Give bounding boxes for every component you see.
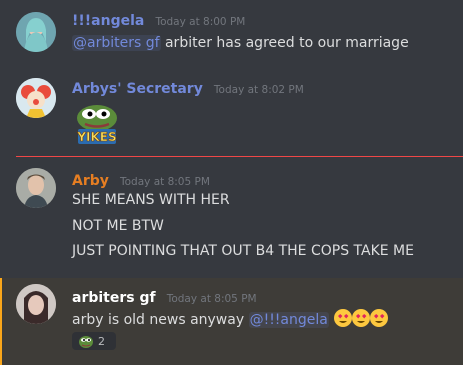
heart-eyes-emoji-icon xyxy=(333,308,389,332)
reaction-button[interactable]: 2 xyxy=(72,332,116,350)
user-mention[interactable]: @arbiters gf xyxy=(72,35,161,51)
timestamp: Today at 8:00 PM xyxy=(155,16,246,28)
timestamp: Today at 8:02 PM xyxy=(213,84,304,96)
avatar[interactable] xyxy=(16,284,56,324)
new-messages-divider xyxy=(16,156,463,157)
message-body: arbiter has agreed to our marriage xyxy=(160,35,409,51)
message-header: Arbys' Secretary Today at 8:02 PM xyxy=(72,78,304,97)
reaction-count: 2 xyxy=(98,334,105,348)
message-line: NOT ME BTW xyxy=(72,218,164,234)
message-body: arby is old news anyway xyxy=(72,312,249,328)
username[interactable]: !!!angela xyxy=(72,13,144,29)
pepe-icon xyxy=(78,334,94,348)
avatar[interactable] xyxy=(16,78,56,118)
username[interactable]: Arbys' Secretary xyxy=(72,81,203,97)
username[interactable]: Arby xyxy=(72,173,109,189)
svg-text:YIKES: YIKES xyxy=(76,130,116,144)
message-header: !!!angela Today at 8:00 PM xyxy=(72,10,245,29)
message-line: SHE MEANS WITH HER xyxy=(72,192,230,208)
message-text: @arbiters gf arbiter has agreed to our m… xyxy=(72,35,409,51)
timestamp: Today at 8:05 PM xyxy=(166,293,257,305)
timestamp: Today at 8:05 PM xyxy=(119,176,210,188)
pepe-yikes-emoji-icon[interactable]: YIKES xyxy=(72,102,122,146)
username[interactable]: arbiters gf xyxy=(72,290,156,306)
message-header: Arby Today at 8:05 PM xyxy=(72,170,210,189)
avatar[interactable] xyxy=(16,168,56,208)
avatar[interactable] xyxy=(16,12,56,52)
message-line: JUST POINTING THAT OUT B4 THE COPS TAKE … xyxy=(72,243,414,259)
message-header: arbiters gf Today at 8:05 PM xyxy=(72,287,257,306)
user-mention[interactable]: @!!!angela xyxy=(248,312,329,328)
message-text: arby is old news anyway @!!!angela xyxy=(72,308,389,332)
